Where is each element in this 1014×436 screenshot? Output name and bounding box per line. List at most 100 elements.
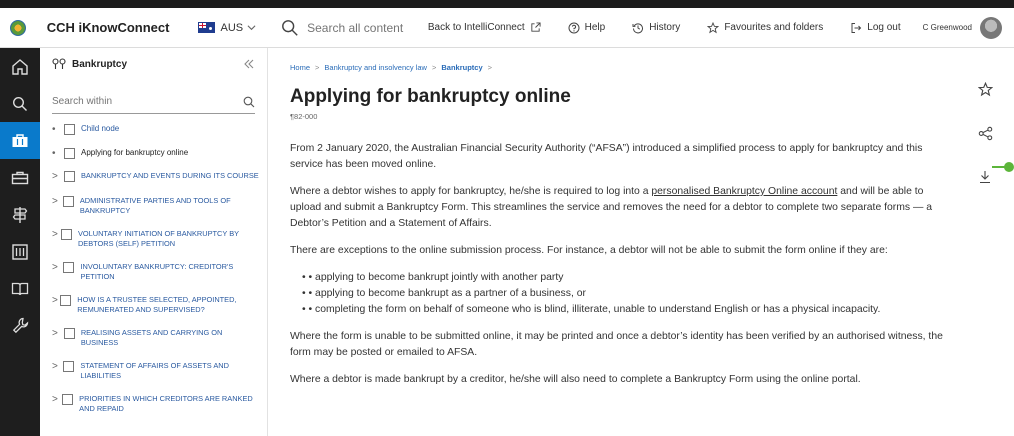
app-logo[interactable] [0, 8, 37, 48]
search-icon [282, 19, 298, 36]
toc-checkbox[interactable] [64, 148, 75, 159]
breadcrumb-bankruptcy[interactable]: Bankruptcy [441, 63, 482, 72]
paragraph-5: Where a debtor is made bankrupt by a cre… [290, 374, 861, 385]
toc-item-label: REALISING ASSETS AND CARRYING ON BUSINES… [80, 328, 223, 347]
bankruptcy-online-account-link[interactable]: personalised Bankruptcy Online account [651, 186, 837, 197]
indicator-dot [1004, 162, 1014, 172]
expand-chevron-icon[interactable]: > [52, 295, 58, 307]
avatar[interactable] [980, 16, 1002, 39]
chevron-down-icon [247, 25, 256, 31]
expand-chevron-icon[interactable]: > [52, 229, 59, 241]
toc-item-trustee[interactable]: > HOW IS A TRUSTEE SELECTED, APPOINTED, … [52, 294, 259, 315]
toc-item-involuntary[interactable]: > INVOLUNTARY BANKRUPTCY: CREDITOR'S PET… [52, 261, 259, 282]
toc-bullet: • [52, 124, 56, 135]
user-name[interactable]: C Greenwood [923, 23, 972, 32]
toc-checkbox[interactable] [62, 394, 74, 405]
toc-item-child-node[interactable]: • Child node [52, 123, 259, 136]
expand-chevron-icon[interactable]: > [52, 196, 61, 208]
paragraph-2-start: Where a debtor wishes to apply for bankr… [290, 186, 652, 197]
brand-name[interactable]: CCH iKnowConnect [47, 20, 170, 35]
breadcrumb-separator-icon: > [431, 63, 437, 72]
window-top-strip [0, 0, 1014, 8]
toc-item-label: ADMINISTRATIVE PARTIES AND TOOLS OF BANK… [79, 196, 231, 215]
global-search[interactable] [281, 19, 428, 37]
document-actions [972, 76, 998, 208]
region-selector[interactable]: AUS [191, 18, 263, 38]
list-item-text: • completing the form on behalf of someo… [308, 304, 881, 315]
rail-signpost[interactable] [0, 196, 40, 233]
sidebar-search[interactable] [52, 90, 255, 114]
toolbox-icon [11, 171, 29, 184]
toc-item-events[interactable]: > BANKRUPTCY AND EVENTS DURING ITS COURS… [52, 170, 259, 183]
toc-checkbox[interactable] [60, 229, 72, 240]
paragraph-1: From 2 January 2020, the Australian Fina… [290, 143, 923, 170]
bankruptcy-topic-icon [52, 58, 66, 69]
home-icon [12, 58, 28, 75]
toc-item-label: Applying for bankruptcy online [81, 148, 189, 157]
global-search-input[interactable] [307, 20, 428, 35]
favourites-label: Favourites and folders [724, 22, 824, 33]
toc-item-voluntary[interactable]: > VOLUNTARY INITIATION OF BANKRUPTCY BY … [52, 228, 259, 249]
rail-book[interactable] [0, 270, 40, 307]
toc-item-label: VOLUNTARY INITIATION OF BANKRUPTCY BY DE… [77, 229, 239, 248]
toc-checkbox[interactable] [62, 196, 74, 207]
logout-label: Log out [867, 22, 901, 33]
breadcrumb-separator-icon: > [487, 63, 493, 72]
search-icon [12, 96, 27, 111]
rail-toolbox[interactable] [0, 159, 40, 196]
toc-checkbox[interactable] [63, 262, 75, 273]
expand-chevron-icon[interactable]: > [52, 171, 62, 183]
toc-item-applying-online[interactable]: • Applying for bankruptcy online [52, 147, 259, 160]
toc-checkbox[interactable] [64, 124, 75, 135]
list-item: • • applying to become bankrupt jointly … [302, 272, 564, 283]
favourites-link[interactable]: Favourites and folders [702, 21, 824, 34]
list-item: • • applying to become bankrupt as a par… [302, 288, 586, 299]
breadcrumb-bankruptcy-law[interactable]: Bankruptcy and insolvency law [324, 63, 427, 72]
back-to-intelliconnect-link[interactable]: Back to IntelliConnect [428, 22, 541, 33]
toc-item-realising-assets[interactable]: > REALISING ASSETS AND CARRYING ON BUSIN… [52, 327, 259, 348]
expand-chevron-icon[interactable]: > [52, 262, 61, 274]
favourite-button[interactable] [972, 76, 998, 102]
breadcrumb-home[interactable]: Home [290, 63, 310, 72]
rail-search[interactable] [0, 85, 40, 122]
toc-checkbox[interactable] [63, 361, 75, 372]
paragraph-3: There are exceptions to the online submi… [290, 245, 888, 256]
help-link[interactable]: Help [563, 22, 605, 34]
history-link[interactable]: History [627, 22, 680, 34]
paragraph-2: Where a debtor wishes to apply for bankr… [290, 184, 954, 232]
download-icon [980, 171, 990, 184]
expand-chevron-icon[interactable]: > [52, 394, 60, 406]
toc-item-statement-of-affairs[interactable]: > STATEMENT OF AFFAIRS OF ASSETS AND LIA… [52, 360, 259, 381]
document-body: From 2 January 2020, the Australian Fina… [290, 141, 954, 399]
list-item: • • completing the form on behalf of som… [302, 304, 881, 315]
search-icon [243, 96, 255, 107]
help-icon [568, 22, 580, 33]
library-icon [12, 243, 28, 260]
document-content: Home > Bankruptcy and insolvency law > Bankr… [268, 48, 1014, 436]
paragraph-number: ¶82-000 [290, 112, 318, 121]
wrench-icon [12, 317, 28, 334]
rail-tools[interactable] [0, 307, 40, 344]
toc-item-priorities[interactable]: > PRIORITIES IN WHICH CREDITORS ARE RANK… [52, 393, 259, 414]
sidebar-header: Bankruptcy [40, 48, 267, 80]
rail-briefcase[interactable] [0, 122, 40, 159]
logo-icon [10, 19, 27, 36]
rail-home[interactable] [0, 48, 40, 85]
expand-chevron-icon[interactable]: > [52, 361, 61, 373]
search-within-input[interactable] [52, 96, 243, 107]
collapse-sidebar-icon[interactable] [243, 59, 255, 69]
toc-item-administrative[interactable]: > ADMINISTRATIVE PARTIES AND TOOLS OF BA… [52, 195, 259, 216]
toc-item-label: STATEMENT OF AFFAIRS OF ASSETS AND LIABI… [80, 361, 229, 380]
expand-chevron-icon[interactable]: > [52, 328, 62, 340]
toc-item-label: BANKRUPTCY AND EVENTS DURING ITS COURSE [81, 171, 259, 180]
sidebar-title: Bankruptcy [72, 58, 128, 70]
toc-checkbox[interactable] [63, 328, 75, 339]
toc-item-label: PRIORITIES IN WHICH CREDITORS ARE RANKED… [79, 394, 253, 413]
star-icon [707, 21, 720, 33]
toc-checkbox[interactable] [60, 295, 72, 306]
rail-library[interactable] [0, 233, 40, 270]
share-button[interactable] [972, 120, 998, 146]
toc-checkbox[interactable] [64, 171, 75, 182]
logout-link[interactable]: Log out [845, 22, 901, 34]
top-header: CCH iKnowConnect AUS Back to IntelliConn… [0, 8, 1014, 48]
